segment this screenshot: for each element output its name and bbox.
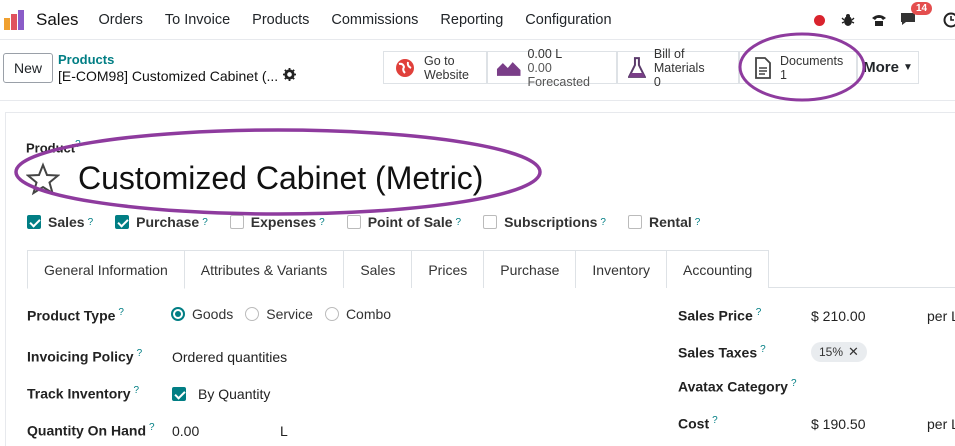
option-expenses[interactable]: Expenses? bbox=[229, 214, 325, 230]
avatax-category-label: Avatax Category? bbox=[678, 378, 797, 395]
documents-button[interactable]: Documents 1 bbox=[739, 51, 857, 84]
go-to-website-button[interactable]: Go to Website bbox=[383, 51, 487, 84]
service-radio[interactable] bbox=[245, 307, 260, 321]
product-name-field[interactable]: Customized Cabinet (Metric) bbox=[78, 160, 483, 197]
cost-per-unit: per L bbox=[927, 416, 955, 432]
bug-icon[interactable] bbox=[841, 13, 855, 27]
more-label: More bbox=[863, 59, 899, 76]
stock-forecasted: 0.00 Forecasted bbox=[527, 60, 590, 89]
sales-checkbox[interactable] bbox=[27, 215, 41, 229]
gear-icon[interactable] bbox=[283, 68, 296, 81]
radio-service[interactable]: Service bbox=[245, 306, 313, 322]
tab-prices[interactable]: Prices bbox=[411, 250, 485, 288]
control-panel: New Products [E-COM98] Customized Cabine… bbox=[0, 41, 955, 101]
documents-count: 1 bbox=[780, 67, 787, 82]
option-purchase[interactable]: Purchase? bbox=[115, 214, 208, 230]
bom-label: Bill of Materials bbox=[653, 46, 705, 75]
clock-icon[interactable] bbox=[943, 12, 955, 28]
nav-to-invoice[interactable]: To Invoice bbox=[165, 12, 230, 28]
quantity-on-hand-value[interactable]: 0.00 bbox=[172, 423, 199, 439]
invoicing-policy-select[interactable]: Ordered quantities bbox=[172, 349, 287, 365]
cost-input[interactable]: $ 190.50 bbox=[811, 416, 866, 432]
option-sales[interactable]: Sales? bbox=[27, 214, 93, 230]
product-options: Sales? Purchase? Expenses? Point of Sale… bbox=[27, 212, 722, 232]
tab-purchase[interactable]: Purchase bbox=[483, 250, 577, 288]
tab-sales[interactable]: Sales bbox=[343, 250, 413, 288]
track-inventory-field: By Quantity bbox=[172, 386, 270, 402]
bom-count: 0 bbox=[653, 74, 661, 89]
nav-configuration[interactable]: Configuration bbox=[525, 12, 611, 28]
caret-down-icon: ▼ bbox=[902, 62, 913, 73]
quantity-unit: L bbox=[280, 423, 288, 439]
nav-orders[interactable]: Orders bbox=[99, 12, 143, 28]
nav-products[interactable]: Products bbox=[252, 12, 309, 28]
tax-tag: 15% ✕ bbox=[811, 342, 867, 362]
product-label: Product? bbox=[26, 139, 81, 156]
track-inventory-label: Track Inventory? bbox=[27, 385, 140, 402]
favorite-star-icon[interactable] bbox=[26, 162, 60, 196]
website-line2: Website bbox=[424, 67, 469, 82]
top-navbar: Sales Orders To Invoice Products Commiss… bbox=[0, 0, 955, 40]
product-type-radio-group: Goods Service Combo bbox=[171, 306, 403, 322]
chat-icon[interactable]: 14 bbox=[899, 2, 933, 29]
record-icon[interactable] bbox=[814, 14, 825, 26]
sales-taxes-label: Sales Taxes? bbox=[678, 344, 766, 361]
invoicing-policy-label: Invoicing Policy? bbox=[27, 348, 143, 365]
tab-general-information[interactable]: General Information bbox=[27, 250, 185, 289]
purchase-checkbox[interactable] bbox=[115, 215, 130, 229]
tab-attributes-variants[interactable]: Attributes & Variants bbox=[183, 250, 345, 288]
track-by-quantity[interactable]: By Quantity bbox=[198, 386, 270, 402]
track-inventory-checkbox[interactable] bbox=[172, 387, 186, 401]
chat-badge: 14 bbox=[911, 2, 933, 15]
documents-label: Documents bbox=[780, 53, 844, 68]
breadcrumb-products[interactable]: Products bbox=[58, 52, 114, 67]
radio-combo[interactable]: Combo bbox=[324, 306, 391, 322]
combo-radio[interactable] bbox=[324, 307, 339, 321]
form-tabs: General Information Attributes & Variant… bbox=[27, 250, 955, 289]
sales-price-per-unit: per L bbox=[927, 308, 955, 324]
nav-reporting[interactable]: Reporting bbox=[440, 12, 503, 28]
sales-price-label: Sales Price? bbox=[678, 307, 762, 324]
expenses-checkbox[interactable] bbox=[229, 215, 244, 229]
stock-button[interactable]: 0.00 L 0.00 Forecasted bbox=[487, 47, 617, 89]
document-icon bbox=[755, 56, 771, 79]
new-button[interactable]: New bbox=[3, 53, 53, 83]
area-chart-icon bbox=[496, 61, 521, 76]
tab-inventory[interactable]: Inventory bbox=[575, 250, 667, 288]
stock-on-hand: 0.00 L bbox=[527, 46, 563, 61]
cost-label: Cost? bbox=[678, 415, 718, 432]
option-point-of-sale[interactable]: Point of Sale? bbox=[346, 214, 461, 230]
app-name[interactable]: Sales bbox=[36, 10, 79, 30]
nav-commissions[interactable]: Commissions bbox=[331, 12, 418, 28]
flask-icon bbox=[628, 56, 646, 78]
remove-tag-icon[interactable]: ✕ bbox=[848, 344, 859, 360]
tab-accounting[interactable]: Accounting bbox=[666, 250, 770, 288]
subscriptions-checkbox[interactable] bbox=[483, 215, 498, 229]
rental-checkbox[interactable] bbox=[627, 215, 642, 229]
sales-app-icon[interactable] bbox=[4, 9, 26, 30]
breadcrumb-current: [E-COM98] Customized Cabinet (... bbox=[58, 68, 279, 84]
phone-icon[interactable] bbox=[871, 13, 887, 27]
sales-price-input[interactable]: $ 210.00 bbox=[811, 308, 866, 324]
quantity-on-hand-label: Quantity On Hand? bbox=[27, 422, 155, 439]
option-subscriptions[interactable]: Subscriptions? bbox=[483, 214, 606, 230]
bill-of-materials-button[interactable]: Bill of Materials 0 bbox=[617, 47, 739, 89]
point-of-sale-checkbox[interactable] bbox=[346, 215, 361, 229]
website-line1: Go to bbox=[424, 53, 455, 68]
radio-goods[interactable]: Goods bbox=[171, 306, 233, 322]
goods-radio[interactable] bbox=[171, 307, 185, 321]
globe-icon bbox=[396, 58, 414, 77]
more-button[interactable]: More ▼ bbox=[857, 51, 919, 84]
product-type-label: Product Type? bbox=[27, 307, 124, 324]
option-rental[interactable]: Rental? bbox=[627, 214, 700, 230]
